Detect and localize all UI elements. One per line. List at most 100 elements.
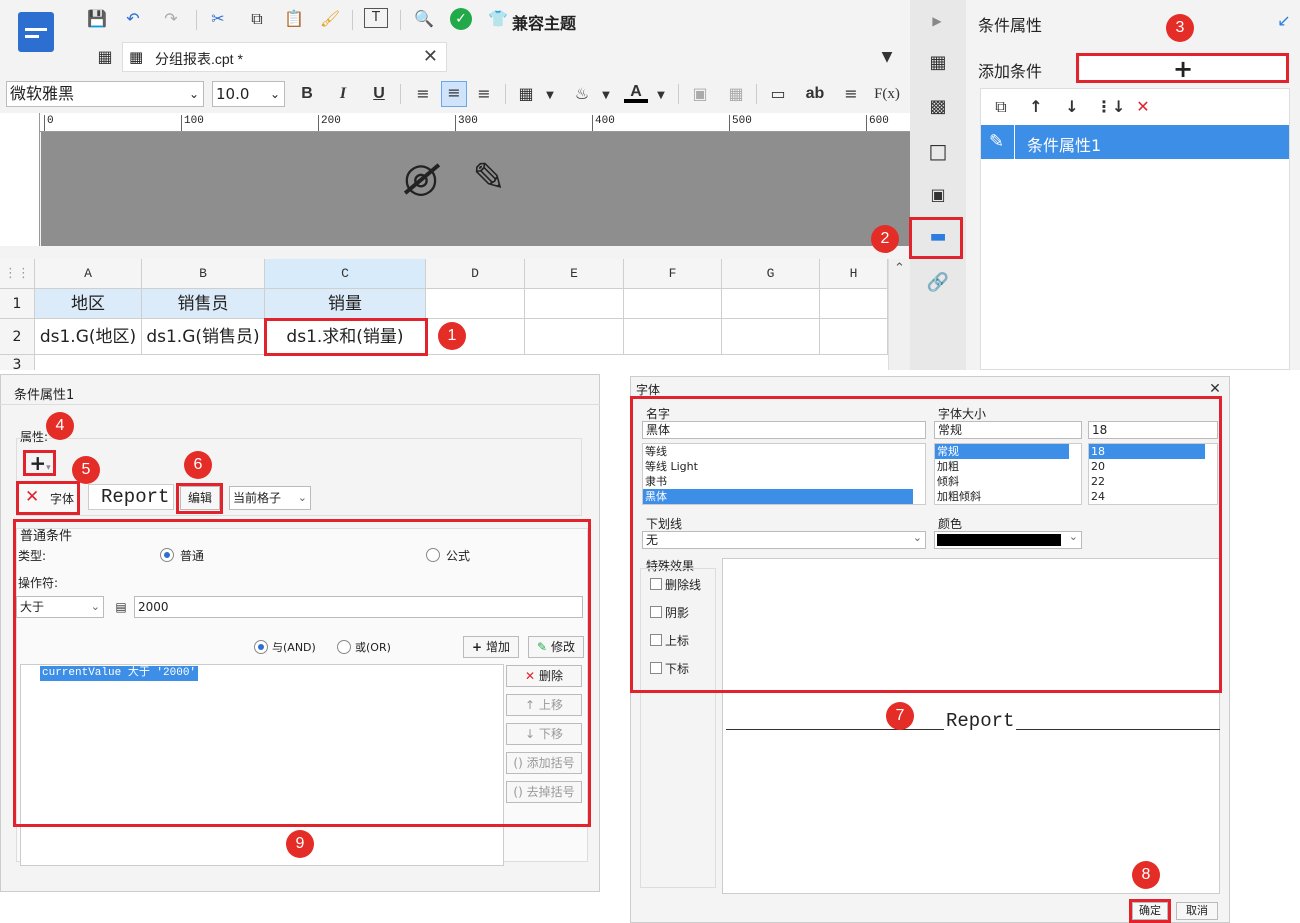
effect-checkbox[interactable]	[650, 606, 662, 618]
row-header-2[interactable]: 2	[0, 319, 35, 355]
cell-style-icon[interactable]: □	[926, 140, 950, 162]
font-name-option[interactable]: 等线 Light	[643, 459, 913, 474]
remove-paren-button[interactable]: () 去掉括号	[506, 781, 582, 803]
and-radio[interactable]	[254, 640, 268, 654]
paste-icon[interactable]: 📋	[282, 8, 306, 30]
underline-button[interactable]: U	[370, 83, 388, 105]
merge-icon[interactable]: ▣	[688, 83, 712, 105]
expand-menu-icon[interactable]: ▼	[876, 46, 898, 68]
align-right-icon[interactable]: ≡	[473, 83, 495, 105]
paragraph-icon[interactable]: ≡	[839, 83, 863, 105]
font-name-select[interactable]: 微软雅黑 ⌄	[6, 81, 204, 107]
font-style-option[interactable]: 常规	[935, 444, 1069, 459]
column-header-d[interactable]: D	[426, 259, 525, 289]
ok-button[interactable]: 确定	[1132, 902, 1168, 920]
operand-input[interactable]: 2000	[134, 596, 583, 618]
check-icon[interactable]: ✓	[450, 8, 472, 30]
move-up-button[interactable]: ↑ 上移	[506, 694, 582, 716]
formula-button[interactable]: F(x)	[872, 83, 902, 105]
cut-icon[interactable]: ✂	[206, 8, 230, 30]
hyperlink-icon[interactable]: 🔗	[926, 272, 950, 294]
empty-cell[interactable]	[624, 319, 722, 355]
undo-icon[interactable]: ↶	[122, 8, 144, 30]
effect-checkbox[interactable]	[650, 578, 662, 590]
vertical-scrollbar[interactable]: ⌃	[888, 259, 910, 370]
empty-cell[interactable]	[820, 289, 888, 319]
font-size-option[interactable]: 18	[1089, 444, 1205, 459]
cell-attr-icon[interactable]: ▩	[926, 96, 950, 118]
add-condition-row-button[interactable]: + 增加	[463, 636, 519, 658]
scope-select[interactable]: 当前格子 ⌄	[229, 486, 311, 510]
delete-button[interactable]: ✕ 删除	[506, 665, 582, 687]
empty-cell[interactable]	[624, 289, 722, 319]
empty-cell[interactable]	[525, 289, 624, 319]
column-header-b[interactable]: B	[142, 259, 265, 289]
italic-button[interactable]: I	[334, 83, 352, 105]
chevron-down-icon[interactable]: ▼	[655, 85, 667, 107]
row-header-1[interactable]: 1	[0, 289, 35, 319]
column-header-e[interactable]: E	[525, 259, 624, 289]
add-attribute-button[interactable]: +▾	[26, 452, 54, 474]
align-center-icon[interactable]: ≡	[441, 81, 467, 107]
cell-element-icon[interactable]: ▦	[926, 52, 950, 74]
empty-cell[interactable]	[426, 289, 525, 319]
column-header-f[interactable]: F	[624, 259, 722, 289]
condition-expression-item[interactable]: currentValue 大于 '2000'	[40, 666, 199, 681]
chevron-down-icon[interactable]: ▼	[600, 85, 612, 107]
fill-color-icon[interactable]: ♨	[570, 83, 594, 105]
cell-a2[interactable]: ds1.G(地区)	[35, 319, 142, 355]
empty-cell[interactable]	[722, 319, 820, 355]
font-style-option[interactable]: 加粗倾斜	[935, 489, 1069, 504]
cell-c2[interactable]: ds1.求和(销量)	[265, 319, 426, 355]
color-select[interactable]: ⌄	[934, 530, 1082, 549]
effect-checkbox[interactable]	[650, 634, 662, 646]
collapse-panel-icon[interactable]: ↙	[1274, 10, 1294, 32]
preview-icon[interactable]: 🔍	[412, 8, 436, 30]
font-attribute-item[interactable]: ✕ 字体	[19, 483, 79, 513]
empty-cell[interactable]	[722, 289, 820, 319]
cell-c1[interactable]: 销量	[265, 289, 426, 319]
save-icon[interactable]: 💾	[86, 8, 108, 30]
close-tab-icon[interactable]: ✕	[423, 46, 438, 67]
sort-icon[interactable]: ⋮↓	[1096, 96, 1125, 118]
type-normal-radio[interactable]	[160, 548, 174, 562]
format-painter-icon[interactable]: 🖌	[318, 8, 342, 30]
close-icon[interactable]: ✕	[1206, 378, 1224, 400]
operator-select[interactable]: 大于 ⌄	[16, 596, 104, 618]
underline-select[interactable]: 无 ⌄	[642, 531, 926, 549]
effect-checkbox[interactable]	[650, 662, 662, 674]
add-paren-button[interactable]: () 添加括号	[506, 752, 582, 774]
align-left-icon[interactable]: ≡	[412, 83, 434, 105]
empty-cell[interactable]	[820, 319, 888, 355]
collapse-arrow-icon[interactable]: ▶	[926, 10, 948, 32]
font-style-option[interactable]: 加粗	[935, 459, 1069, 474]
font-size-option[interactable]: 24	[1089, 489, 1205, 504]
move-down-button[interactable]: ↓ 下移	[506, 723, 582, 745]
wrap-icon[interactable]: ▭	[766, 83, 790, 105]
font-name-option[interactable]: 等线	[643, 444, 913, 459]
border-icon[interactable]: ▦	[514, 83, 538, 105]
move-down-icon[interactable]: ↓	[1062, 96, 1082, 118]
cancel-button[interactable]: 取消	[1176, 902, 1218, 920]
copy-icon[interactable]: ⧉	[245, 8, 269, 30]
condition-attr-icon[interactable]: ▬	[924, 226, 952, 252]
font-name-option[interactable]: 黑体	[643, 489, 913, 504]
text-field-icon[interactable]: T	[364, 8, 388, 28]
theme-icon[interactable]: 👕	[486, 8, 510, 30]
empty-cell[interactable]	[525, 319, 624, 355]
move-up-icon[interactable]: ↑	[1026, 96, 1046, 118]
theme-label[interactable]: 兼容主题	[512, 10, 576, 34]
row-header-3[interactable]: 3	[0, 355, 35, 370]
select-all-corner[interactable]: ⋮⋮	[0, 259, 35, 289]
unmerge-icon[interactable]: ▦	[724, 83, 748, 105]
font-color-icon[interactable]: A	[624, 81, 648, 103]
modify-button[interactable]: ✎ 修改	[528, 636, 584, 658]
copy-condition-icon[interactable]: ⧉	[990, 96, 1012, 118]
remove-attr-icon[interactable]: ✕	[25, 487, 39, 507]
cell-a1[interactable]: 地区	[35, 289, 142, 319]
font-style-option[interactable]: 倾斜	[935, 474, 1069, 489]
or-radio[interactable]	[337, 640, 351, 654]
chevron-down-icon[interactable]: ▼	[544, 85, 556, 107]
add-condition-button[interactable]: +	[1080, 56, 1286, 82]
column-header-g[interactable]: G	[722, 259, 820, 289]
